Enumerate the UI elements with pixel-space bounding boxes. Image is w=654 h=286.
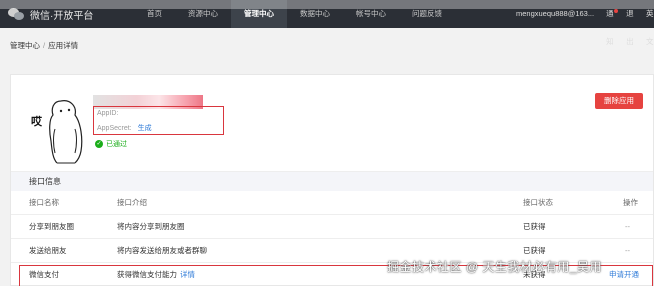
table-header: 接口名称 接口介绍 接口状态 操作 xyxy=(11,191,653,215)
avatar-sketch-icon xyxy=(49,100,83,164)
header-name: 接口名称 xyxy=(29,198,59,207)
row-desc: 将内容分享到朋友圈 xyxy=(117,222,185,231)
row-name: 发送给朋友 xyxy=(29,246,67,255)
notify-dot-icon xyxy=(614,9,619,13)
notify-label: 通知 xyxy=(606,9,614,46)
delete-app-button[interactable]: 删除应用 xyxy=(595,93,643,109)
header-desc: 接口介绍 xyxy=(117,198,147,207)
watermark: 掘金技术社区 @ 天生我材必有用_吴用 xyxy=(387,260,603,274)
breadcrumb: 管理中心 / 应用详情 xyxy=(10,40,78,51)
app-detail-card: 哎 AppID: AppSecret: 生成 ✓ 已通过 删除应用 接口信息 接口… xyxy=(10,74,654,286)
review-status-label: 已通过 xyxy=(106,141,127,148)
row-status: 已获得 xyxy=(523,222,546,231)
top-overlay-strip xyxy=(0,0,654,9)
review-status: ✓ 已通过 xyxy=(95,139,127,149)
credentials-highlight-box xyxy=(93,106,224,135)
breadcrumb-current: 应用详情 xyxy=(48,41,79,50)
row-desc: 将内容发送给朋友或者群聊 xyxy=(117,246,207,255)
check-icon: ✓ xyxy=(95,140,103,148)
row-op: -- xyxy=(625,222,630,231)
interface-section-title: 接口信息 xyxy=(11,171,653,191)
row-op: -- xyxy=(625,246,630,255)
header-op: 操作 xyxy=(623,198,638,207)
header-status: 接口状态 xyxy=(523,198,553,207)
breadcrumb-sep: / xyxy=(43,41,46,50)
app-avatar: 哎 xyxy=(31,95,95,165)
avatar-text: 哎 xyxy=(31,116,42,128)
breadcrumb-root[interactable]: 管理中心 xyxy=(10,41,40,50)
wechat-logo-icon xyxy=(8,7,24,21)
row-name: 分享到朋友圈 xyxy=(29,222,74,231)
table-row: 分享到朋友圈 将内容分享到朋友圈 已获得 -- xyxy=(11,215,653,239)
